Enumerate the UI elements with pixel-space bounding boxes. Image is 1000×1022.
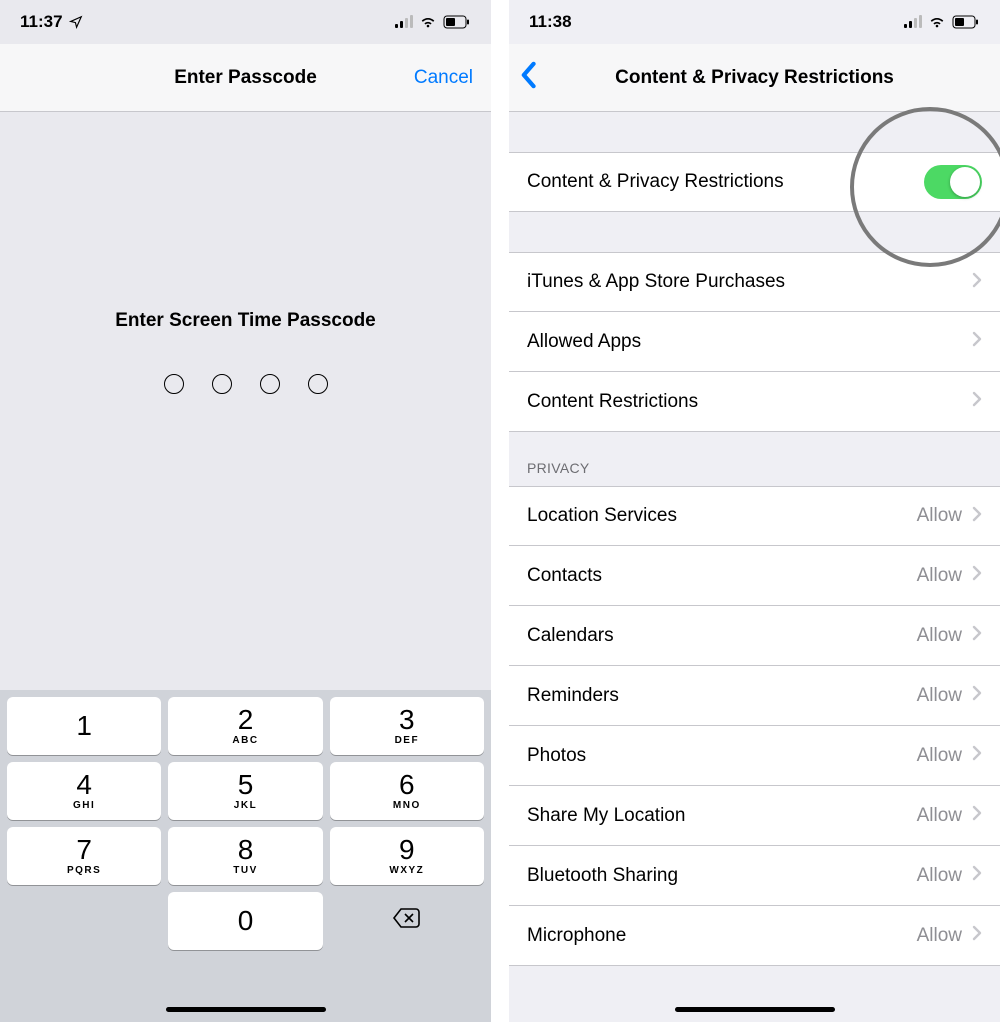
cell-value: Allow [917, 565, 962, 587]
chevron-right-icon [972, 331, 982, 352]
home-indicator[interactable] [166, 1007, 326, 1012]
battery-icon [952, 15, 980, 29]
toggle-knob [950, 167, 980, 197]
cell-label: Share My Location [527, 805, 917, 827]
cell-value: Allow [917, 505, 962, 527]
passcode-dots [0, 374, 491, 394]
keypad-key-8[interactable]: 8TUV [168, 827, 322, 885]
chevron-right-icon [972, 685, 982, 706]
nav-title: Content & Privacy Restrictions [615, 67, 894, 89]
numeric-keypad: 1 2ABC 3DEF 4GHI 5JKL 6MNO 7PQRS 8TUV 9W… [0, 690, 491, 1022]
status-time: 11:37 [20, 12, 63, 32]
chevron-right-icon [972, 565, 982, 586]
battery-icon [443, 15, 471, 29]
nav-bar: Enter Passcode Cancel [0, 44, 491, 112]
cell-itunes-app-store[interactable]: iTunes & App Store Purchases [509, 252, 1000, 312]
cell-allowed-apps[interactable]: Allowed Apps [509, 312, 1000, 372]
wifi-icon [928, 15, 946, 29]
toggle-switch[interactable] [924, 165, 982, 199]
passcode-area: Enter Screen Time Passcode [0, 112, 491, 394]
chevron-right-icon [972, 506, 982, 527]
cell-label: Reminders [527, 685, 917, 707]
chevron-right-icon [972, 865, 982, 886]
keypad-key-4[interactable]: 4GHI [7, 762, 161, 820]
cell-label: Allowed Apps [527, 331, 972, 353]
cell-photos[interactable]: Photos Allow [509, 726, 1000, 786]
signal-icon [395, 16, 413, 28]
cell-label: Content Restrictions [527, 391, 972, 413]
phone-left-passcode: 11:37 Enter Passcode Cancel Enter Screen… [0, 0, 491, 1022]
chevron-right-icon [972, 391, 982, 412]
cell-label: Bluetooth Sharing [527, 865, 917, 887]
status-time: 11:38 [529, 12, 572, 32]
keypad-key-5[interactable]: 5JKL [168, 762, 322, 820]
status-bar: 11:37 [0, 0, 491, 44]
wifi-icon [419, 15, 437, 29]
cell-value: Allow [917, 685, 962, 707]
chevron-right-icon [972, 805, 982, 826]
keypad-backspace[interactable] [330, 892, 484, 950]
keypad-key-9[interactable]: 9WXYZ [330, 827, 484, 885]
nav-title: Enter Passcode [174, 67, 317, 89]
passcode-prompt: Enter Screen Time Passcode [0, 310, 491, 332]
keypad-blank [7, 892, 161, 950]
cell-value: Allow [917, 625, 962, 647]
cell-label: iTunes & App Store Purchases [527, 271, 972, 293]
passcode-dot [308, 374, 328, 394]
passcode-dot [164, 374, 184, 394]
signal-icon [904, 16, 922, 28]
keypad-key-7[interactable]: 7PQRS [7, 827, 161, 885]
passcode-dot [260, 374, 280, 394]
keypad-key-1[interactable]: 1 [7, 697, 161, 755]
cell-value: Allow [917, 925, 962, 947]
backspace-icon [392, 907, 422, 936]
keypad-key-6[interactable]: 6MNO [330, 762, 484, 820]
chevron-left-icon [519, 61, 537, 89]
nav-bar: Content & Privacy Restrictions [509, 44, 1000, 112]
back-button[interactable] [519, 61, 537, 94]
keypad-key-3[interactable]: 3DEF [330, 697, 484, 755]
cell-label: Contacts [527, 565, 917, 587]
cell-label: Location Services [527, 505, 917, 527]
cancel-button[interactable]: Cancel [414, 67, 473, 89]
cell-share-my-location[interactable]: Share My Location Allow [509, 786, 1000, 846]
cell-label: Microphone [527, 925, 917, 947]
chevron-right-icon [972, 745, 982, 766]
phone-right-restrictions: 11:38 Content & Privacy Restrictions Con… [509, 0, 1000, 1022]
cell-calendars[interactable]: Calendars Allow [509, 606, 1000, 666]
cell-value: Allow [917, 865, 962, 887]
status-bar: 11:38 [509, 0, 1000, 44]
cell-microphone[interactable]: Microphone Allow [509, 906, 1000, 966]
cell-value: Allow [917, 745, 962, 767]
chevron-right-icon [972, 925, 982, 946]
cell-value: Allow [917, 805, 962, 827]
keypad-key-2[interactable]: 2ABC [168, 697, 322, 755]
section-header-privacy: PRIVACY [509, 432, 1000, 486]
cell-label: Calendars [527, 625, 917, 647]
keypad-key-0[interactable]: 0 [168, 892, 322, 950]
home-indicator[interactable] [675, 1007, 835, 1012]
toggle-content-privacy-restrictions[interactable]: Content & Privacy Restrictions [509, 152, 1000, 212]
cell-label: Content & Privacy Restrictions [527, 171, 924, 193]
cell-reminders[interactable]: Reminders Allow [509, 666, 1000, 726]
settings-list[interactable]: Content & Privacy Restrictions iTunes & … [509, 112, 1000, 966]
passcode-dot [212, 374, 232, 394]
cell-bluetooth-sharing[interactable]: Bluetooth Sharing Allow [509, 846, 1000, 906]
location-arrow-icon [69, 15, 83, 29]
chevron-right-icon [972, 272, 982, 293]
cell-content-restrictions[interactable]: Content Restrictions [509, 372, 1000, 432]
cell-contacts[interactable]: Contacts Allow [509, 546, 1000, 606]
cell-label: Photos [527, 745, 917, 767]
cell-location-services[interactable]: Location Services Allow [509, 486, 1000, 546]
chevron-right-icon [972, 625, 982, 646]
